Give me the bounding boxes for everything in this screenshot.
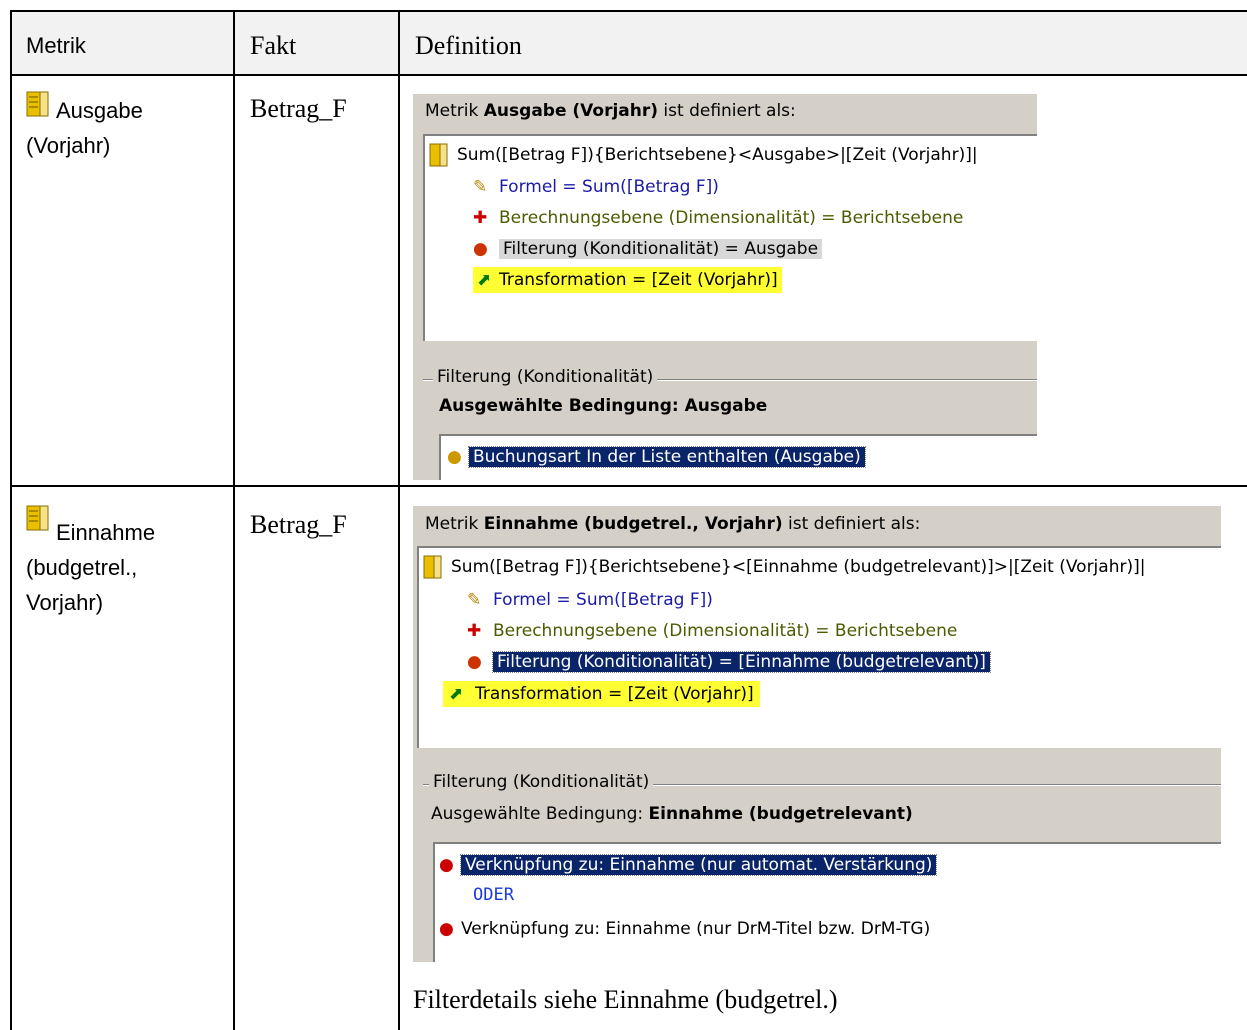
group-box-label: Filterung (Konditionalität) [429, 772, 654, 792]
tree-root-label: Sum([Betrag F]){Berichtsebene}<Ausgabe>|… [457, 145, 978, 165]
link-icon: ● [439, 919, 454, 939]
title-prefix: Metrik [425, 514, 484, 534]
title-metric-name: Einnahme (budgetrel., Vorjahr) [483, 514, 783, 534]
tree-transformation-label: Transformation = [Zeit (Vorjahr)] [475, 684, 754, 704]
metric-name-line3: Vorjahr) [26, 590, 104, 615]
metric-name-line2: (budgetrel., [26, 555, 138, 580]
definition-title: Metrik Einnahme (budgetrel., Vorjahr) is… [425, 514, 920, 534]
group-box-label: Filterung (Konditionalität) [433, 367, 658, 387]
tree-transformation-label: Transformation = [Zeit (Vorjahr)] [499, 270, 778, 290]
title-suffix: ist definiert als: [782, 514, 921, 534]
metric-icon [26, 505, 49, 531]
selected-condition-value: Einnahme (budgetrelevant) [648, 804, 913, 824]
selected-condition-label: Ausgewählte Bedingung: [439, 396, 685, 416]
tree-transformation[interactable]: ⬈ Transformation = [Zeit (Vorjahr)] [443, 681, 760, 707]
table-border-left [10, 10, 12, 1030]
link-icon: ● [439, 855, 454, 875]
definition-screenshot-einnahme: Metrik Einnahme (budgetrel., Vorjahr) is… [413, 506, 1221, 962]
condition-operator: ODER [473, 885, 514, 905]
table-border-header [10, 74, 1247, 76]
tree-root-label: Sum([Betrag F]){Berichtsebene}<[Einnahme… [451, 557, 1146, 577]
definition-tree[interactable]: Sum([Betrag F]){Berichtsebene}<Ausgabe>|… [423, 134, 1037, 341]
fakt-cell-einnahme: Betrag_F [250, 510, 347, 539]
table-border-row [10, 485, 1247, 487]
condition-icon: ● [447, 447, 462, 467]
filter-icon: ● [473, 239, 488, 259]
definition-title: Metrik Ausgabe (Vorjahr) ist definiert a… [425, 101, 796, 121]
metric-name-line1: Ausgabe [56, 98, 143, 123]
dimensionality-icon: ✚ [467, 621, 482, 641]
definition-screenshot-ausgabe: Metrik Ausgabe (Vorjahr) ist definiert a… [413, 94, 1037, 480]
tree-formel-label: Formel = Sum([Betrag F]) [493, 590, 713, 610]
header-definition: Definition [415, 31, 522, 60]
condition-item-label: Verknüpfung zu: Einnahme (nur automat. V… [459, 854, 938, 876]
tree-filterung[interactable]: ● Filterung (Konditionalität) = [Einnahme… [467, 649, 991, 675]
tree-berechnung[interactable]: ✚ Berechnungsebene (Dimensionalität) = Be… [467, 618, 957, 644]
title-metric-name: Ausgabe (Vorjahr) [483, 101, 659, 121]
condition-list[interactable]: ● Buchungsart In der Liste enthalten (Aus… [439, 434, 1037, 480]
selected-condition-label: Ausgewählte Bedingung: [431, 804, 649, 824]
selected-condition-value: Ausgabe [684, 396, 768, 416]
tree-root[interactable]: Sum([Betrag F]){Berichtsebene}<[Einnahme… [423, 554, 1145, 580]
metric-icon [423, 555, 442, 579]
condition-item-label: Buchungsart In der Liste enthalten (Ausg… [468, 446, 866, 468]
metric-icon [429, 143, 448, 167]
condition-list[interactable]: ● Verknüpfung zu: Einnahme (nur automat. … [433, 842, 1221, 962]
transformation-icon: ⬈ [449, 684, 464, 704]
condition-item[interactable]: ● Verknüpfung zu: Einnahme (nur DrM-Titel… [439, 916, 930, 942]
formula-icon: ✎ [473, 177, 488, 197]
tree-formel[interactable]: ✎ Formel = Sum([Betrag F]) [467, 587, 713, 613]
metric-name-line2: (Vorjahr) [26, 133, 111, 158]
tree-berechnung-label: Berechnungsebene (Dimensionalität) = Ber… [493, 621, 958, 641]
table-border-col1 [233, 10, 235, 1030]
title-prefix: Metrik [425, 101, 484, 121]
filter-icon: ● [467, 652, 482, 672]
header-row-background [10, 10, 1247, 74]
filter-details-note: Filterdetails siehe Einnahme (budgetrel.… [413, 985, 838, 1014]
selected-condition: Ausgewählte Bedingung: Ausgabe [439, 396, 767, 416]
metric-icon [26, 91, 49, 117]
tree-berechnung[interactable]: ✚ Berechnungsebene (Dimensionalität) = Be… [473, 205, 963, 231]
tree-formel-label: Formel = Sum([Betrag F]) [499, 177, 719, 197]
formula-icon: ✎ [467, 590, 482, 610]
tree-filterung-label: Filterung (Konditionalität) = Ausgabe [499, 239, 823, 259]
metric-name-line1: Einnahme [56, 520, 156, 545]
tree-filterung-label: Filterung (Konditionalität) = [Einnahme … [492, 651, 991, 673]
title-suffix: ist definiert als: [658, 101, 796, 121]
table-border-top [10, 10, 1247, 12]
tree-berechnung-label: Berechnungsebene (Dimensionalität) = Ber… [499, 208, 964, 228]
header-fakt: Fakt [250, 31, 297, 60]
tree-formel[interactable]: ✎ Formel = Sum([Betrag F]) [473, 174, 719, 200]
condition-item-label: Verknüpfung zu: Einnahme (nur DrM-Titel … [461, 919, 931, 939]
tree-filterung[interactable]: ● Filterung (Konditionalität) = Ausgabe [473, 236, 823, 262]
condition-item[interactable]: ● Verknüpfung zu: Einnahme (nur automat. … [439, 852, 938, 878]
dimensionality-icon: ✚ [473, 208, 488, 228]
condition-item[interactable]: ● Buchungsart In der Liste enthalten (Aus… [447, 444, 866, 470]
fakt-cell-ausgabe: Betrag_F [250, 94, 347, 123]
definition-tree[interactable]: Sum([Betrag F]){Berichtsebene}<[Einnahme… [417, 546, 1221, 748]
selected-condition: Ausgewählte Bedingung: Einnahme (budgetr… [431, 804, 913, 824]
tree-root[interactable]: Sum([Betrag F]){Berichtsebene}<Ausgabe>|… [429, 142, 978, 168]
header-metrik: Metrik [26, 33, 86, 58]
transformation-icon: ⬈ [477, 270, 492, 290]
table-border-col2 [398, 10, 400, 1030]
tree-transformation[interactable]: ⬈ Transformation = [Zeit (Vorjahr)] [473, 267, 782, 293]
